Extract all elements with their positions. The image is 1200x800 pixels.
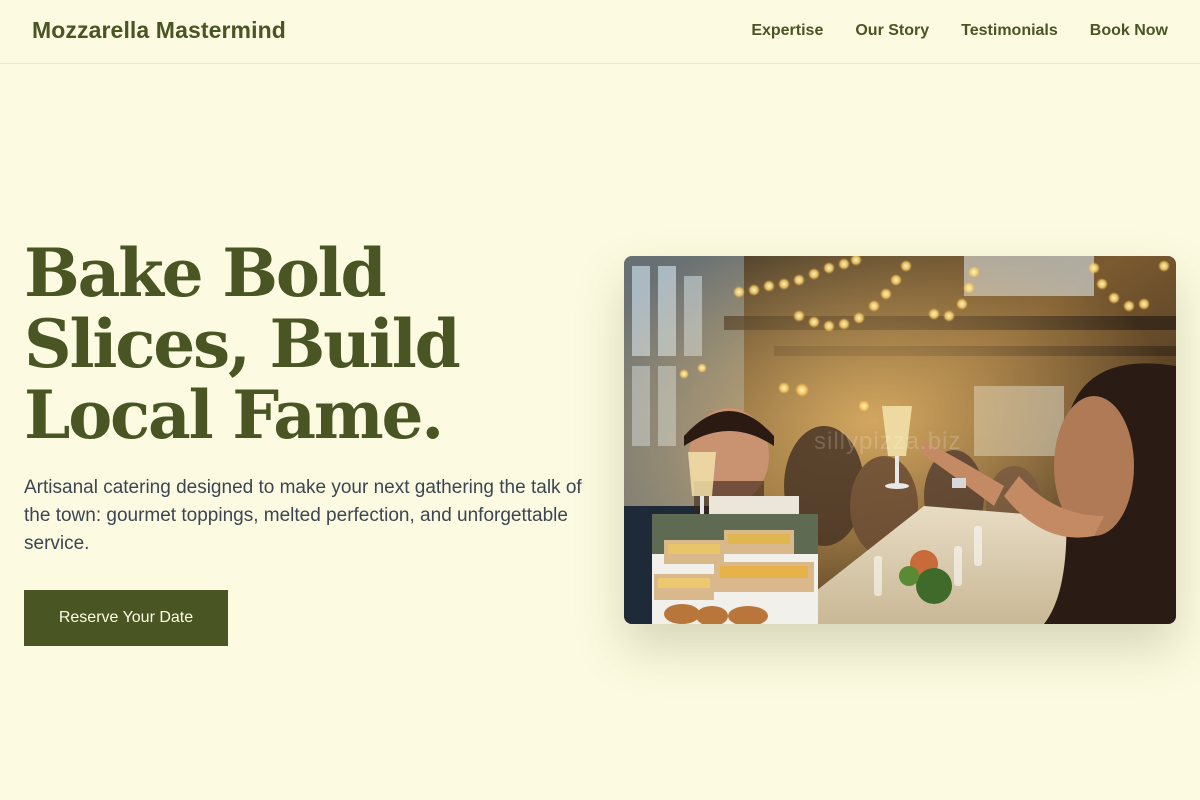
nav-link-expertise[interactable]: Expertise bbox=[751, 22, 823, 40]
image-watermark: sillypizza.biz bbox=[814, 428, 962, 455]
nav-link-our-story[interactable]: Our Story bbox=[855, 22, 929, 40]
hero-title: Bake Bold Slices, Build Local Fame. bbox=[24, 238, 584, 451]
brand-logo[interactable]: Mozzarella Mastermind bbox=[32, 17, 286, 44]
hero-event-photo: sillypizza.biz bbox=[624, 256, 1176, 624]
reserve-date-button[interactable]: Reserve Your Date bbox=[24, 590, 228, 646]
main-nav: Expertise Our Story Testimonials Book No… bbox=[751, 22, 1168, 40]
hero-title-line: Local Fame. bbox=[24, 376, 444, 454]
hero-title-line: Bake Bold bbox=[24, 234, 387, 312]
site-header: Mozzarella Mastermind Expertise Our Stor… bbox=[0, 0, 1200, 64]
hero-title-line: Slices, Build bbox=[24, 305, 461, 383]
hero-subtitle: Artisanal catering designed to make your… bbox=[24, 477, 582, 554]
nav-link-book-now[interactable]: Book Now bbox=[1090, 22, 1168, 40]
nav-link-testimonials[interactable]: Testimonials bbox=[961, 22, 1058, 40]
